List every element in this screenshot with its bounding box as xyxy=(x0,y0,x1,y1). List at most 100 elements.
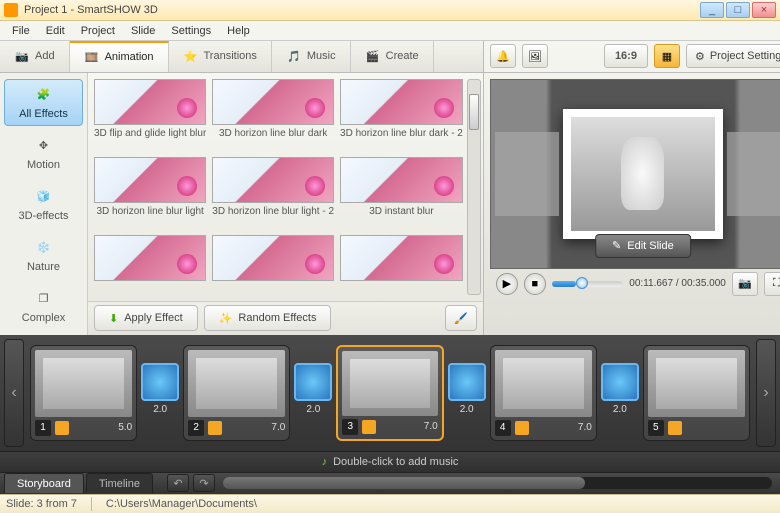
brush-button[interactable]: 🖌️ xyxy=(445,305,477,331)
aspect-ratio-button[interactable]: 16:9 xyxy=(604,44,648,68)
storyboard-slide[interactable]: 15.0 xyxy=(30,345,137,441)
tab-storyboard[interactable]: Storyboard xyxy=(4,473,84,493)
tab-label: Transitions xyxy=(204,50,257,62)
preview-next-thumb xyxy=(727,132,780,216)
arrow-down-icon: ⬇ xyxy=(109,312,118,325)
tab-timeline[interactable]: Timeline xyxy=(86,473,153,493)
slide-flag-icon xyxy=(208,421,222,435)
effect-item[interactable] xyxy=(212,235,334,298)
tab-label: Animation xyxy=(105,51,154,63)
add-music-hint[interactable]: ♪ Double-click to add music xyxy=(0,451,780,472)
cat-3d-effects[interactable]: 🧊 3D-effects xyxy=(4,181,83,228)
transition-slot[interactable]: 2.0 xyxy=(448,363,486,423)
window-title: Project 1 - SmartSHOW 3D xyxy=(24,4,700,16)
menu-edit[interactable]: Edit xyxy=(38,23,73,39)
menu-project[interactable]: Project xyxy=(73,23,123,39)
maximize-button[interactable]: □ xyxy=(726,2,750,18)
main-tabs: 📷 Add 🎞️ Animation ⭐ Transitions 🎵 Music… xyxy=(0,41,483,73)
cat-all-effects[interactable]: 🧩 All Effects xyxy=(4,79,83,126)
fullscreen-icon: ⛶ xyxy=(773,277,780,290)
preview-frame xyxy=(563,109,723,239)
effect-item[interactable]: 3D horizon line blur dark xyxy=(212,79,334,153)
storyboard-slide[interactable]: 47.0 xyxy=(490,345,597,441)
menu-slide[interactable]: Slide xyxy=(123,23,163,39)
bell-icon: 🔔 xyxy=(496,50,510,63)
notifications-button[interactable]: 🔔 xyxy=(490,44,516,68)
statusbar: Slide: 3 from 7 C:\Users\Manager\Documen… xyxy=(0,494,780,513)
move-icon: ✥ xyxy=(34,136,54,156)
cat-nature[interactable]: ❄️ Nature xyxy=(4,232,83,279)
transition-duration: 2.0 xyxy=(153,404,167,415)
close-button[interactable]: × xyxy=(752,2,776,18)
effect-item[interactable]: 3D instant blur xyxy=(340,157,463,231)
horizontal-scrollbar[interactable] xyxy=(223,477,772,489)
effect-item[interactable]: 3D horizon line blur light xyxy=(94,157,206,231)
image-tool-button[interactable]: 🖼 xyxy=(522,44,548,68)
effect-item[interactable]: 3D horizon line blur dark - 2 xyxy=(340,79,463,153)
stop-icon: ■ xyxy=(532,278,539,290)
snapshot-button[interactable]: 📷 xyxy=(732,272,758,296)
timecode: 00:11.667 / 00:35.000 xyxy=(629,278,726,289)
tab-add[interactable]: 📷 Add xyxy=(0,41,70,72)
tab-label: Create xyxy=(386,50,419,62)
transition-slot[interactable]: 2.0 xyxy=(601,363,639,423)
category-sidebar: 🧩 All Effects ✥ Motion 🧊 3D-effects ❄️ N… xyxy=(0,73,88,335)
slide-thumbnail xyxy=(35,350,132,417)
tab-create[interactable]: 🎬 Create xyxy=(351,41,434,72)
cat-complex[interactable]: ❐ Complex xyxy=(4,283,83,330)
transition-thumbnail xyxy=(141,363,179,401)
cat-label: Nature xyxy=(27,261,60,273)
scrollbar-thumb[interactable] xyxy=(469,94,479,130)
theme-button[interactable]: ▦ xyxy=(654,44,680,68)
preview-photo xyxy=(571,117,715,231)
transition-thumbnail xyxy=(601,363,639,401)
effect-item[interactable] xyxy=(340,235,463,298)
project-settings-button[interactable]: ⚙ Project Settings xyxy=(686,44,780,68)
play-button[interactable]: ▶ xyxy=(496,273,518,295)
slide-thumbnail xyxy=(495,350,592,417)
cat-label: All Effects xyxy=(19,108,68,120)
tab-music[interactable]: 🎵 Music xyxy=(272,41,351,72)
menu-settings[interactable]: Settings xyxy=(163,23,219,39)
redo-button[interactable]: ↷ xyxy=(193,474,215,492)
transition-slot[interactable]: 2.0 xyxy=(294,363,332,423)
slide-number: 4 xyxy=(495,420,511,436)
tab-animation[interactable]: 🎞️ Animation xyxy=(70,41,169,72)
slide-number: 5 xyxy=(648,420,664,436)
effects-scrollbar[interactable] xyxy=(467,79,481,295)
apply-effect-button[interactable]: ⬇ Apply Effect xyxy=(94,305,198,331)
storyboard-prev[interactable]: ‹ xyxy=(4,339,24,447)
undo-button[interactable]: ↶ xyxy=(167,474,189,492)
minimize-button[interactable]: _ xyxy=(700,2,724,18)
cube-icon: 🧊 xyxy=(34,187,54,207)
transition-slot[interactable]: 2.0 xyxy=(141,363,179,423)
status-slide: Slide: 3 from 7 xyxy=(6,498,77,510)
storyboard-slide[interactable]: 5 xyxy=(643,345,750,441)
stop-button[interactable]: ■ xyxy=(524,273,546,295)
storyboard-slide-selected[interactable]: 37.0 xyxy=(336,345,443,441)
puzzle-icon: 🧩 xyxy=(34,85,54,105)
menu-file[interactable]: File xyxy=(4,23,38,39)
storyboard-next[interactable]: › xyxy=(756,339,776,447)
random-effects-button[interactable]: ✨ Random Effects xyxy=(204,305,332,331)
redo-icon: ↷ xyxy=(199,477,208,490)
effect-item[interactable] xyxy=(94,235,206,298)
storyboard-slide[interactable]: 27.0 xyxy=(183,345,290,441)
seek-thumb[interactable] xyxy=(576,277,588,289)
effect-item[interactable]: 3D horizon line blur light - 2 xyxy=(212,157,334,231)
edit-slide-button[interactable]: ✎ Edit Slide xyxy=(595,234,691,258)
effect-item[interactable]: 3D flip and glide light blur xyxy=(94,79,206,153)
seek-fill xyxy=(552,281,576,287)
scrollbar-thumb[interactable] xyxy=(223,477,585,489)
picture-icon: 🖼 xyxy=(528,50,542,63)
tab-transitions[interactable]: ⭐ Transitions xyxy=(169,41,272,72)
cat-motion[interactable]: ✥ Motion xyxy=(4,130,83,177)
button-label: Edit Slide xyxy=(627,240,673,252)
slide-thumbnail xyxy=(188,350,285,417)
seek-bar[interactable] xyxy=(552,281,623,287)
cat-label: 3D-effects xyxy=(19,210,69,222)
menu-help[interactable]: Help xyxy=(219,23,258,39)
film-icon: 🎞️ xyxy=(84,49,100,65)
slide-duration: 7.0 xyxy=(424,421,438,432)
fullscreen-button[interactable]: ⛶ xyxy=(764,272,780,296)
